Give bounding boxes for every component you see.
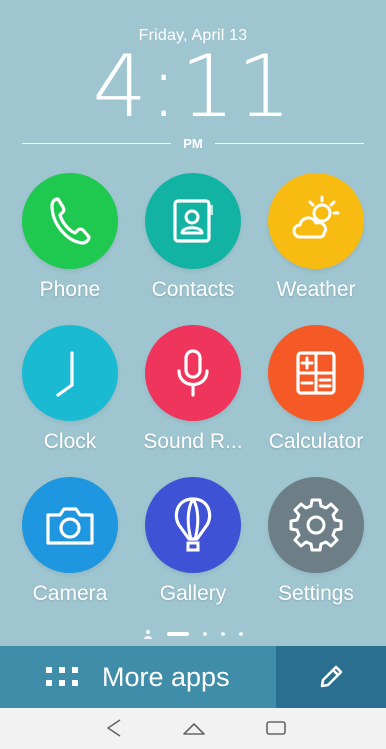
app-label: Sound R...: [143, 430, 243, 453]
edit-button[interactable]: [276, 646, 386, 708]
app-clock[interactable]: Clock: [6, 325, 134, 454]
app-label: Calculator: [268, 430, 364, 453]
app-phone[interactable]: Phone: [6, 173, 134, 302]
clock-icon: [22, 325, 118, 421]
home-icon[interactable]: [182, 716, 206, 740]
more-apps-button[interactable]: More apps: [0, 646, 276, 708]
time-minutes: 11: [180, 37, 294, 137]
page-indicator-current: [167, 632, 189, 636]
app-label: Weather: [276, 278, 356, 301]
page-indicator-dot: [239, 632, 243, 636]
contacts-icon: [145, 173, 241, 269]
gear-icon: [268, 477, 364, 573]
time-hour: 4: [92, 37, 150, 137]
recents-icon[interactable]: [265, 716, 287, 740]
app-label: Camera: [32, 582, 108, 605]
more-apps-label: More apps: [102, 661, 230, 692]
app-label: Contacts: [151, 278, 235, 301]
divider-line-left: [22, 142, 172, 144]
app-label: Settings: [278, 582, 354, 605]
microphone-icon: [145, 325, 241, 421]
app-calculator[interactable]: Calculator: [252, 325, 380, 454]
app-gallery[interactable]: Gallery: [129, 477, 257, 606]
time-colon: :: [149, 37, 181, 137]
page-indicator[interactable]: [0, 626, 386, 642]
calculator-icon: [268, 325, 364, 421]
app-label: Phone: [39, 278, 101, 301]
page-indicator-dot: [221, 632, 225, 636]
phone-icon: [22, 173, 118, 269]
gallery-balloon-icon: [145, 477, 241, 573]
app-contacts[interactable]: Contacts: [129, 173, 257, 302]
app-sound-recorder[interactable]: Sound R...: [129, 325, 257, 454]
app-camera[interactable]: Camera: [6, 477, 134, 606]
app-weather[interactable]: Weather: [252, 173, 380, 302]
weather-icon: [268, 173, 364, 269]
person-page-icon: [144, 629, 152, 639]
pencil-icon: [320, 665, 343, 688]
app-settings[interactable]: Settings: [252, 477, 380, 606]
ampm-label: PM: [183, 135, 203, 151]
app-label: Clock: [43, 430, 97, 453]
page-indicator-dot: [203, 632, 207, 636]
back-icon[interactable]: [104, 716, 124, 740]
camera-icon: [22, 477, 118, 573]
divider-line-right: [214, 142, 364, 144]
home-screen: Friday, April 13 4:11 PM Phone Contacts: [0, 0, 386, 749]
navigation-bar: [0, 708, 386, 749]
ampm-divider: PM: [22, 133, 364, 153]
grid-icon: [46, 667, 78, 686]
clock-widget-time[interactable]: 4:11: [0, 44, 386, 130]
app-label: Gallery: [159, 582, 227, 605]
